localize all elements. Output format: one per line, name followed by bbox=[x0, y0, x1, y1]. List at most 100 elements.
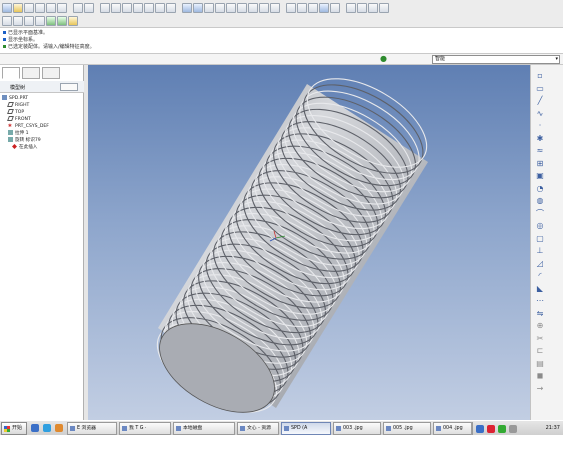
tray-app-icon[interactable] bbox=[498, 425, 506, 433]
tree-settings-icon[interactable] bbox=[60, 83, 78, 91]
paste-icon[interactable] bbox=[122, 2, 132, 13]
mirror-icon[interactable]: ⇋ bbox=[535, 309, 545, 319]
sweep-icon[interactable]: ◍ bbox=[535, 196, 545, 206]
tree-item-right[interactable]: RIGHT bbox=[2, 102, 82, 109]
tab-favorites[interactable] bbox=[42, 67, 60, 79]
start-button[interactable]: 开始 bbox=[1, 422, 27, 435]
parameters-icon[interactable] bbox=[35, 15, 45, 26]
zoom-out-icon[interactable] bbox=[226, 2, 236, 13]
tab-folder-browser[interactable] bbox=[22, 67, 40, 79]
tree-item-insert-here[interactable]: 在此插入 bbox=[2, 144, 82, 151]
merge-icon[interactable]: ⊕ bbox=[535, 321, 545, 331]
round-icon[interactable]: ◜ bbox=[535, 271, 545, 281]
tree-item-csys[interactable]: ✱ PRT_CSYS_DEF bbox=[2, 123, 82, 130]
taskbar-button[interactable]: 004 .jpg bbox=[433, 422, 473, 435]
tree-item-extrude[interactable]: 拉伸 1 bbox=[2, 130, 82, 137]
relations-icon[interactable] bbox=[24, 15, 34, 26]
draft-icon[interactable]: ◿ bbox=[535, 259, 545, 269]
annotation-icon[interactable]: ⊞ bbox=[535, 159, 545, 169]
quicklaunch-media-icon[interactable] bbox=[55, 424, 63, 432]
new-file-icon[interactable] bbox=[2, 2, 12, 13]
analysis-tool-icon[interactable]: ≈ bbox=[535, 146, 545, 156]
taskbar-button[interactable]: 我 T G · bbox=[119, 422, 171, 435]
family-table-icon[interactable] bbox=[46, 15, 56, 26]
datum-axis-display-icon[interactable] bbox=[357, 2, 367, 13]
lightbulb-icon[interactable]: ● bbox=[380, 54, 388, 64]
rib-icon[interactable]: ⊥ bbox=[535, 246, 545, 256]
model-tree-icon[interactable] bbox=[2, 15, 12, 26]
taskbar-button[interactable]: SPD (A bbox=[281, 422, 331, 435]
datum-plane-tool-icon[interactable]: ▭ bbox=[535, 84, 545, 94]
tab-model-tree[interactable] bbox=[2, 67, 20, 79]
reorient-icon[interactable] bbox=[248, 2, 258, 13]
threaded-cylinder-model[interactable] bbox=[88, 65, 530, 420]
hidden-line-icon[interactable] bbox=[297, 2, 307, 13]
copy-icon[interactable] bbox=[111, 2, 121, 13]
curve-tool-icon[interactable]: ∿ bbox=[535, 109, 545, 119]
print-icon[interactable] bbox=[35, 2, 45, 13]
graphics-viewport[interactable] bbox=[88, 65, 530, 420]
csys-display-icon[interactable] bbox=[379, 2, 389, 13]
program-icon[interactable] bbox=[57, 15, 67, 26]
paste-special-icon[interactable] bbox=[133, 2, 143, 13]
spin-center-icon[interactable] bbox=[330, 2, 340, 13]
tray-security-icon[interactable] bbox=[487, 425, 495, 433]
datum-point-display-icon[interactable] bbox=[368, 2, 378, 13]
pattern-icon[interactable]: ⋯ bbox=[535, 296, 545, 306]
refit-icon[interactable] bbox=[237, 2, 247, 13]
shell-icon[interactable]: ▢ bbox=[535, 234, 545, 244]
find-icon[interactable] bbox=[155, 2, 165, 13]
taskbar-button[interactable]: 003 .jpg bbox=[333, 422, 381, 435]
message-line: 显示坐标系。 bbox=[3, 37, 38, 43]
sketch-icon[interactable]: ▫ bbox=[535, 71, 545, 81]
undo-icon[interactable] bbox=[73, 2, 83, 13]
chamfer-icon[interactable]: ◣ bbox=[535, 284, 545, 294]
offset-icon[interactable]: ⊏ bbox=[535, 346, 545, 356]
solidify-icon[interactable]: ◼ bbox=[535, 371, 545, 381]
no-hidden-icon[interactable] bbox=[308, 2, 318, 13]
saved-views-icon[interactable] bbox=[259, 2, 269, 13]
revolve-icon[interactable]: ◔ bbox=[535, 184, 545, 194]
select-icon[interactable] bbox=[193, 2, 203, 13]
analysis-icon[interactable] bbox=[13, 15, 23, 26]
redo-icon[interactable] bbox=[84, 2, 94, 13]
tray-volume-icon[interactable] bbox=[509, 425, 517, 433]
email-icon[interactable] bbox=[46, 2, 56, 13]
cut-icon[interactable] bbox=[100, 2, 110, 13]
taskbar-button[interactable]: 本地磁盘 bbox=[173, 422, 235, 435]
display-style-icon[interactable] bbox=[204, 2, 214, 13]
quicklaunch-desktop-icon[interactable] bbox=[31, 424, 39, 432]
csys-tool-icon[interactable]: ✱ bbox=[535, 134, 545, 144]
chevron-down-icon[interactable]: ▾ bbox=[555, 56, 558, 63]
regenerate-icon[interactable] bbox=[144, 2, 154, 13]
tree-item-part[interactable]: SPD.PRT bbox=[2, 95, 82, 102]
datum-plane-display-icon[interactable] bbox=[346, 2, 356, 13]
taskbar-button[interactable]: 文心 - 资源 bbox=[237, 422, 279, 435]
tree-item-top[interactable]: TOP bbox=[2, 109, 82, 116]
blend-icon[interactable]: ⌒ bbox=[535, 209, 545, 219]
taskbar-button[interactable]: E 浏览器 bbox=[67, 422, 117, 435]
point-tool-icon[interactable]: · bbox=[535, 121, 545, 131]
extrude-icon[interactable]: ▣ bbox=[535, 171, 545, 181]
trim-icon[interactable]: ✂ bbox=[535, 334, 545, 344]
hole-icon[interactable]: ◎ bbox=[535, 221, 545, 231]
window-icon[interactable] bbox=[182, 2, 192, 13]
wireframe-icon[interactable] bbox=[286, 2, 296, 13]
copy-file-icon[interactable] bbox=[57, 2, 67, 13]
selection-filter-dropdown[interactable]: 智能 ▾ bbox=[432, 55, 560, 64]
extend-icon[interactable]: → bbox=[535, 384, 545, 394]
tree-item-front[interactable]: FRONT bbox=[2, 116, 82, 123]
open-file-icon[interactable] bbox=[13, 2, 23, 13]
selection-filter-icon[interactable] bbox=[166, 2, 176, 13]
save-icon[interactable] bbox=[24, 2, 34, 13]
shading-icon[interactable] bbox=[319, 2, 329, 13]
axis-tool-icon[interactable]: ╱ bbox=[535, 96, 545, 106]
layers-icon[interactable] bbox=[270, 2, 280, 13]
quicklaunch-ie-icon[interactable] bbox=[43, 424, 51, 432]
thicken-icon[interactable]: ▤ bbox=[535, 359, 545, 369]
info-icon bbox=[3, 38, 6, 41]
tray-network-icon[interactable] bbox=[476, 425, 484, 433]
zoom-in-icon[interactable] bbox=[215, 2, 225, 13]
taskbar-button[interactable]: 005 .jpg bbox=[383, 422, 431, 435]
notes-icon[interactable] bbox=[68, 15, 78, 26]
